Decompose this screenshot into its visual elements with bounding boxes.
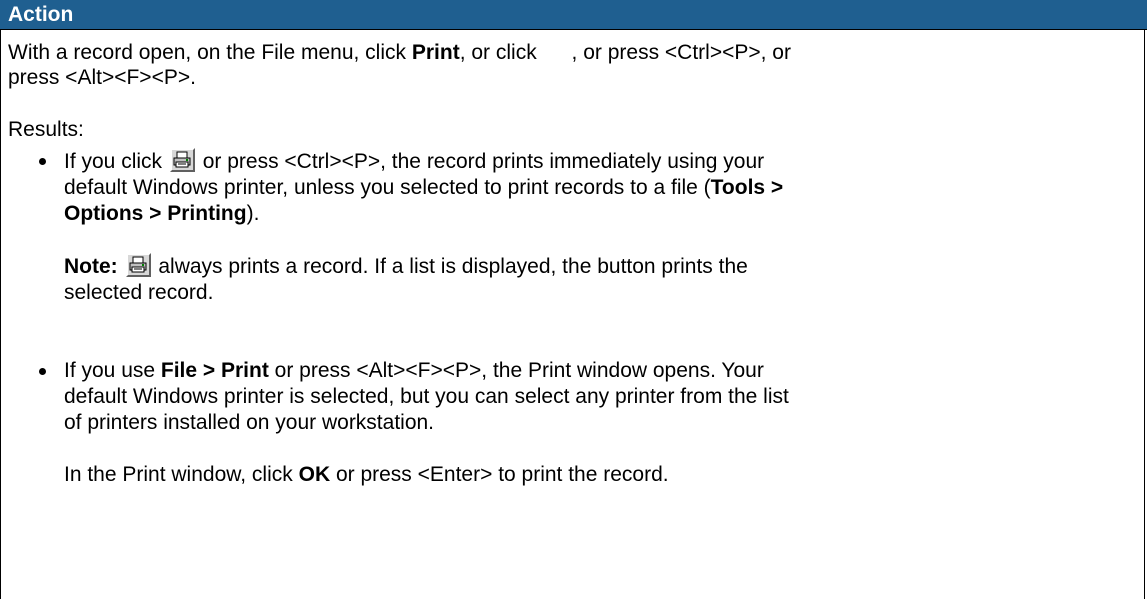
print-menu-item: Print: [411, 41, 460, 64]
action-header: Action: [0, 0, 1147, 30]
print-button-placeholder: [545, 39, 570, 63]
bullet2-line-2: default Windows printer is selected, but…: [64, 385, 789, 408]
printer-icon: [125, 253, 151, 277]
bullet-marker: [39, 368, 46, 375]
printer-icon: [169, 148, 195, 172]
bullet1-line-1: If you click or press <Ctrl><P>, the rec…: [64, 148, 765, 173]
bullet2-line-3: of printers installed on your workstatio…: [64, 411, 435, 434]
bullet1-line-3: Options > Printing).: [64, 202, 260, 225]
intro-line-1: With a record open, on the File menu, cl…: [8, 39, 791, 64]
bullet2-line-1: If you use File > Print or press <Alt><F…: [64, 359, 764, 382]
bullet-marker: [39, 158, 46, 165]
final-line: In the Print window, click OK or press <…: [64, 463, 669, 486]
results-label: Results:: [8, 118, 84, 141]
note-line-2: selected record.: [64, 281, 214, 304]
intro-line-2: press <Alt><F><P>.: [8, 66, 196, 89]
note-label: Note:: [64, 255, 118, 278]
note-line-1: Note: always prints a record. If a list …: [64, 253, 748, 278]
bullet1-line-2: default Windows printer, unless you sele…: [64, 176, 784, 199]
header-title: Action: [8, 3, 74, 26]
